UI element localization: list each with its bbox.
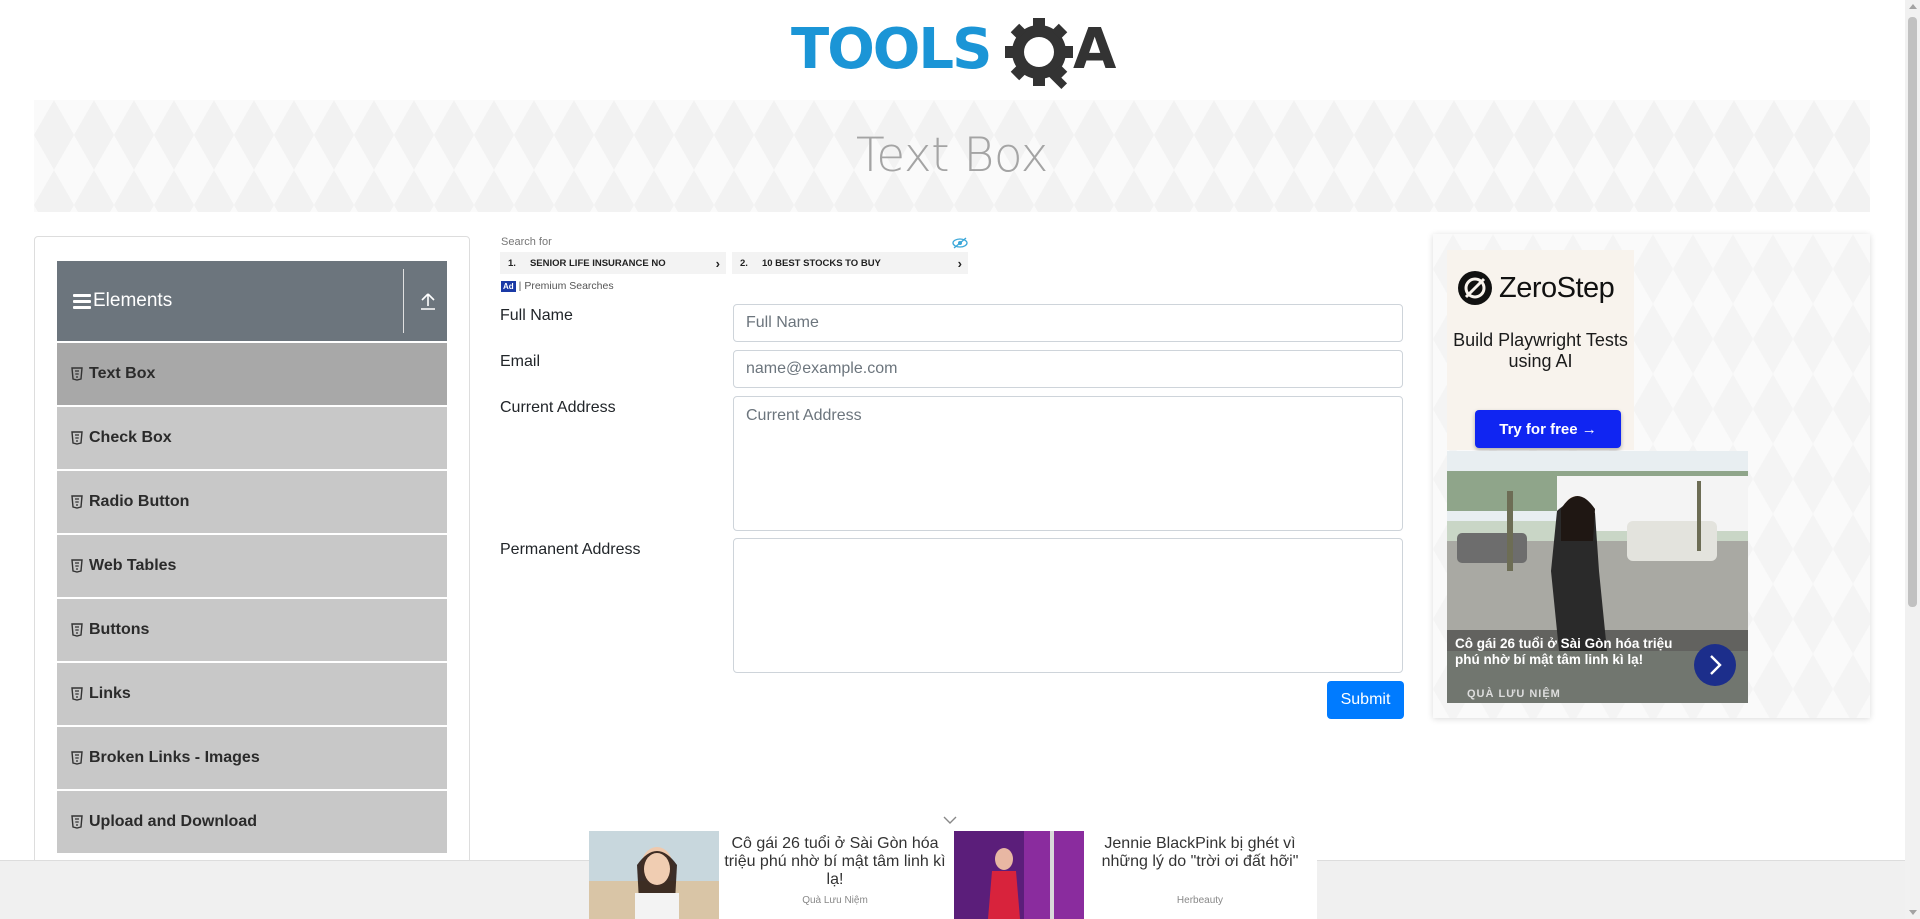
email-input[interactable]	[733, 350, 1403, 388]
sidebar-item-label: Links	[89, 685, 131, 702]
chevron-down-icon[interactable]	[943, 815, 957, 825]
sidebar-item-label: Check Box	[89, 429, 172, 446]
scrollbar-thumb[interactable]	[1908, 17, 1917, 607]
right-ad-panel[interactable]: ZeroStep Build Playwright Tests using AI…	[1433, 234, 1870, 718]
sidebar-item-text-box[interactable]: Text Box	[57, 343, 447, 405]
full-name-label: Full Name	[500, 307, 573, 324]
scroll-down-arrow-icon[interactable]	[1909, 910, 1917, 915]
bottom-sticky-ad[interactable]: Cô gái 26 tuổi ở Sài Gòn hóa triệu phú n…	[589, 816, 1317, 919]
header-divider	[403, 269, 404, 333]
permanent-address-label: Permanent Address	[500, 541, 641, 558]
toolsqa-logo[interactable]: TOOLS A	[791, 14, 1117, 90]
svg-text:TOOLS: TOOLS	[791, 17, 990, 82]
arrow-right-button[interactable]	[1694, 644, 1736, 686]
eye-slash-icon[interactable]	[952, 236, 968, 250]
html5-icon	[71, 751, 83, 765]
elements-group-header[interactable]: Elements	[57, 261, 447, 341]
photo-ad[interactable]: Cô gái 26 tuổi ở Sài Gòn hóa triệu phú n…	[1447, 451, 1748, 703]
search-ad-result[interactable]: 2. 10 BEST STOCKS TO BUY ›	[732, 252, 968, 274]
bottom-ad-source: Quà Lưu Niệm	[802, 895, 868, 906]
zerostep-ad-card[interactable]: ZeroStep Build Playwright Tests using AI…	[1447, 250, 1634, 450]
html5-icon	[71, 815, 83, 829]
photo-ad-source: QUÀ LƯU NIỆM	[1467, 688, 1561, 700]
sidebar-item-web-tables[interactable]: Web Tables	[57, 535, 447, 597]
left-panel: Elements Text Box Check Box Radio Button…	[34, 236, 470, 919]
permanent-address-textarea[interactable]	[733, 538, 1403, 673]
html5-icon	[71, 431, 83, 445]
try-for-free-button[interactable]: Try for free →	[1475, 410, 1621, 448]
collapse-arrow-icon[interactable]	[419, 291, 437, 311]
chevron-right-icon: ›	[957, 255, 962, 271]
ad-thumbnail	[954, 831, 1084, 919]
hamburger-icon	[73, 293, 91, 309]
sidebar-menu: Text Box Check Box Radio Button Web Tabl…	[57, 343, 447, 855]
zerostep-icon	[1458, 271, 1492, 305]
sidebar-item-label: Broken Links - Images	[89, 749, 260, 766]
search-ad-footer: Ad | Premium Searches	[501, 280, 614, 292]
photo-ad-caption: Cô gái 26 tuổi ở Sài Gòn hóa triệu phú n…	[1455, 636, 1673, 667]
sidebar-item-check-box[interactable]: Check Box	[57, 407, 447, 469]
submit-button[interactable]: Submit	[1327, 681, 1404, 719]
sidebar-item-broken-links[interactable]: Broken Links - Images	[57, 727, 447, 789]
page-title: Text Box	[856, 128, 1048, 183]
sidebar-item-label: Buttons	[89, 621, 150, 638]
full-name-input[interactable]	[733, 304, 1403, 342]
sidebar-item-upload-download[interactable]: Upload and Download	[57, 791, 447, 853]
bottom-ad-source: Herbeauty	[1176, 895, 1224, 906]
bottom-ad-title: Cô gái 26 tuổi ở Sài Gòn hóa triệu phú n…	[724, 835, 946, 888]
page-scrollbar[interactable]	[1905, 0, 1920, 919]
chevron-right-icon	[1710, 655, 1722, 675]
sidebar-item-label: Text Box	[89, 365, 156, 382]
html5-icon	[71, 687, 83, 701]
sidebar-item-buttons[interactable]: Buttons	[57, 599, 447, 661]
current-address-label: Current Address	[500, 399, 616, 416]
chevron-right-icon: ›	[715, 255, 720, 271]
html5-icon	[71, 367, 83, 381]
search-ad-label: Search for	[501, 236, 552, 248]
bottom-ad-item[interactable]: Cô gái 26 tuổi ở Sài Gòn hóa triệu phú n…	[589, 831, 951, 919]
sidebar-item-label: Web Tables	[89, 557, 177, 574]
bottom-ad-title: Jennie BlackPink bị ghét vì những lý do …	[1101, 835, 1299, 870]
search-ad: Search for 1. SENIOR LIFE INSURANCE NO ›…	[500, 234, 968, 296]
html5-icon	[71, 495, 83, 509]
sidebar-item-links[interactable]: Links	[57, 663, 447, 725]
zerostep-logo: ZeroStep	[1457, 270, 1615, 306]
html5-icon	[71, 623, 83, 637]
email-label: Email	[500, 353, 541, 370]
ad-badge: Ad	[501, 280, 516, 292]
page-banner: Text Box	[34, 100, 1870, 212]
scroll-up-arrow-icon[interactable]	[1909, 4, 1917, 9]
search-ad-result[interactable]: 1. SENIOR LIFE INSURANCE NO ›	[500, 252, 726, 274]
photo-ad-caption-bar: Cô gái 26 tuổi ở Sài Gòn hóa triệu phú n…	[1447, 630, 1748, 703]
sidebar-item-label: Upload and Download	[89, 813, 257, 830]
sidebar-item-radio-button[interactable]: Radio Button	[57, 471, 447, 533]
bottom-ad-item[interactable]: Jennie BlackPink bị ghét vì những lý do …	[954, 831, 1316, 919]
ad-thumbnail	[589, 831, 719, 919]
group-title: Elements	[93, 290, 173, 311]
svg-text:A: A	[1073, 17, 1116, 82]
current-address-textarea[interactable]	[733, 396, 1403, 531]
sidebar-item-label: Radio Button	[89, 493, 190, 510]
zerostep-tagline: Build Playwright Tests using AI	[1453, 330, 1628, 371]
html5-icon	[71, 559, 83, 573]
